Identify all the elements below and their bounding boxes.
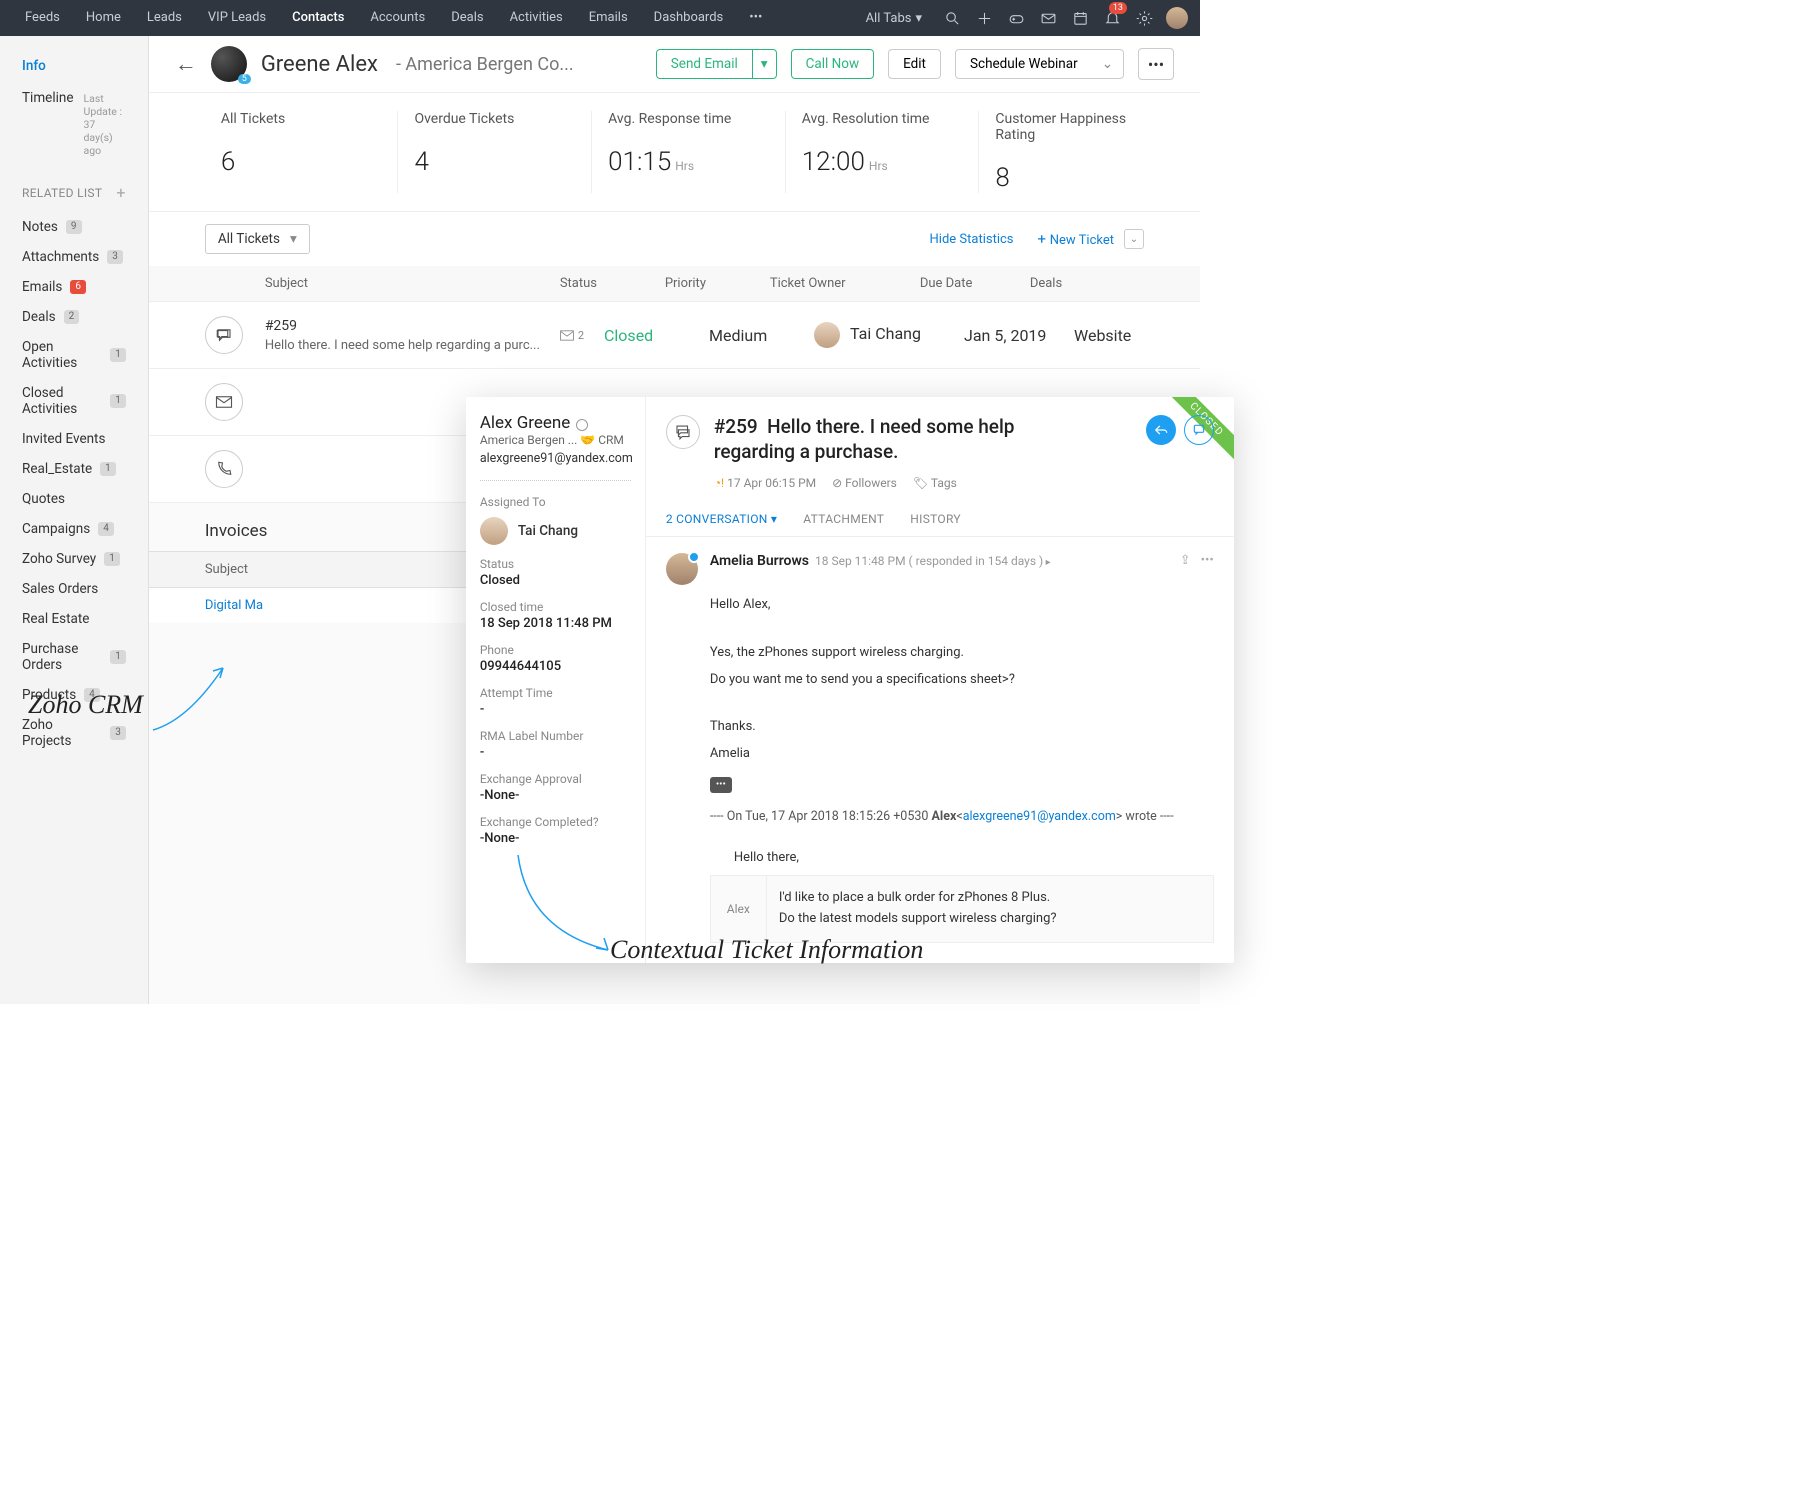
sidebar-item[interactable]: Real Estate: [0, 604, 148, 634]
contact-avatar: 5: [211, 46, 247, 82]
more-actions-button[interactable]: •••: [1138, 48, 1174, 80]
sidebar-item[interactable]: Quotes: [0, 484, 148, 514]
export-icon[interactable]: ⇪: [1180, 553, 1191, 568]
top-nav: Feeds Home Leads VIP Leads Contacts Acco…: [0, 0, 1200, 36]
nav-deals[interactable]: Deals: [438, 0, 496, 36]
popup-email[interactable]: alexgreene91@yandex.com: [480, 451, 631, 466]
sidebar-item[interactable]: Real_Estate1: [0, 454, 148, 484]
globe-icon: [576, 419, 588, 431]
back-arrow-icon[interactable]: ←: [175, 51, 197, 77]
new-ticket-dropdown[interactable]: ⌄: [1124, 229, 1144, 249]
sidebar-item[interactable]: Notes9: [0, 212, 148, 242]
ticket-row[interactable]: #259Hello there. I need some help regard…: [149, 302, 1200, 369]
call-now-button[interactable]: Call Now: [791, 49, 875, 79]
nav-contacts[interactable]: Contacts: [279, 0, 357, 36]
nav-feeds[interactable]: Feeds: [12, 0, 73, 36]
tags-link[interactable]: 🏷 Tags: [913, 476, 957, 490]
bell-icon[interactable]: 13: [1096, 0, 1128, 36]
nav-vip-leads[interactable]: VIP Leads: [195, 0, 279, 36]
sidebar-tab-info[interactable]: Info: [0, 50, 148, 82]
sidebar-item[interactable]: Zoho Survey1: [0, 544, 148, 574]
stat-card: Avg. Resolution time12:00Hrs: [786, 111, 980, 193]
chat-icon: [666, 415, 700, 449]
send-email-dropdown[interactable]: ▾: [753, 49, 777, 79]
search-icon[interactable]: [936, 0, 968, 36]
nav-emails[interactable]: Emails: [576, 0, 641, 36]
sender-avatar: [666, 553, 698, 585]
contact-name: Greene Alex: [261, 52, 378, 77]
deals-value: Website: [1074, 326, 1144, 345]
stat-card: Overdue Tickets4: [398, 111, 592, 193]
sidebar-item[interactable]: Emails6: [0, 272, 148, 302]
mail-icon[interactable]: [1032, 0, 1064, 36]
sidebar-item[interactable]: Purchase Orders1: [0, 634, 148, 680]
stat-card: Avg. Response time01:15Hrs: [592, 111, 786, 193]
new-ticket-link[interactable]: New Ticket: [1038, 230, 1114, 248]
tickets-table-header: Subject Status Priority Ticket Owner Due…: [149, 266, 1200, 302]
nav-dashboards[interactable]: Dashboards: [641, 0, 737, 36]
chat-icon: [205, 316, 243, 354]
send-email-button[interactable]: Send Email: [656, 49, 753, 79]
sidebar-tab-timeline[interactable]: Timeline: [22, 90, 74, 106]
annotation-zoho-crm: Zoho CRM: [28, 690, 143, 720]
nav-activities[interactable]: Activities: [497, 0, 576, 36]
nav-leads[interactable]: Leads: [134, 0, 195, 36]
calendar-icon[interactable]: [1064, 0, 1096, 36]
sidebar-item[interactable]: Attachments3: [0, 242, 148, 272]
envelope-icon: 2: [560, 329, 584, 342]
owner-value: Tai Chang: [814, 322, 964, 348]
expand-quote-toggle[interactable]: •••: [710, 777, 732, 793]
user-avatar[interactable]: [1166, 7, 1188, 29]
edit-button[interactable]: Edit: [888, 49, 941, 79]
notif-badge: 13: [1109, 2, 1127, 14]
nav-accounts[interactable]: Accounts: [357, 0, 438, 36]
reply-button[interactable]: [1146, 415, 1176, 445]
sidebar-item[interactable]: Open Activities1: [0, 332, 148, 378]
priority-value: Medium: [709, 326, 814, 345]
followers-link[interactable]: ⊘ Followers: [832, 476, 897, 490]
stat-card: All Tickets6: [205, 111, 399, 193]
status-value: Closed: [604, 326, 709, 345]
sidebar-item[interactable]: Closed Activities1: [0, 378, 148, 424]
sidebar-item[interactable]: Deals2: [0, 302, 148, 332]
sidebar-item[interactable]: Campaigns4: [0, 514, 148, 544]
nav-more[interactable]: •••: [736, 0, 775, 36]
stats-bar: All Tickets6Overdue Tickets4Avg. Respons…: [149, 93, 1200, 212]
quoted-email-link[interactable]: alexgreene91@yandex.com: [963, 809, 1116, 824]
tab-history[interactable]: HISTORY: [910, 502, 961, 536]
sidebar-item[interactable]: Invited Events: [0, 424, 148, 454]
last-update-text: Last Update : 37 day(s) ago: [84, 92, 126, 157]
tab-conversation[interactable]: 2 CONVERSATION ▾: [666, 502, 777, 536]
nav-home[interactable]: Home: [73, 0, 134, 36]
related-list-header: RELATED LIST: [22, 186, 102, 200]
game-icon[interactable]: [1000, 0, 1032, 36]
tab-attachment[interactable]: ATTACHMENT: [803, 502, 884, 536]
due-date-value: Jan 5, 2019: [964, 326, 1074, 345]
gear-icon[interactable]: [1128, 0, 1160, 36]
tickets-filter-dropdown[interactable]: All Tickets▾: [205, 224, 310, 254]
contact-company: - America Bergen Co...: [396, 54, 574, 75]
add-related-icon[interactable]: +: [116, 183, 125, 202]
hide-statistics-link[interactable]: Hide Statistics: [930, 232, 1014, 247]
annotation-ticket-info: Contextual Ticket Information: [610, 935, 923, 965]
assignee-avatar: [480, 517, 508, 545]
schedule-webinar-button[interactable]: Schedule Webinar⌄: [955, 49, 1124, 79]
mail-icon: [205, 383, 243, 421]
sidebar: Info Timeline Last Update : 37 day(s) ag…: [0, 36, 149, 1004]
sidebar-item[interactable]: Sales Orders: [0, 574, 148, 604]
record-header: ← 5 Greene Alex - America Bergen Co... S…: [149, 36, 1200, 93]
plus-icon[interactable]: [968, 0, 1000, 36]
msg-more-icon[interactable]: •••: [1201, 553, 1214, 568]
ticket-detail-popup: Alex Greene America Bergen ... 🤝 CRM ale…: [466, 397, 1234, 963]
phone-icon: [205, 450, 243, 488]
all-tabs-dropdown[interactable]: All Tabs ▾: [852, 11, 936, 26]
popup-contact-name: Alex Greene: [480, 413, 571, 433]
comment-button[interactable]: [1184, 415, 1214, 445]
stat-card: Customer Happiness Rating8: [979, 111, 1172, 193]
